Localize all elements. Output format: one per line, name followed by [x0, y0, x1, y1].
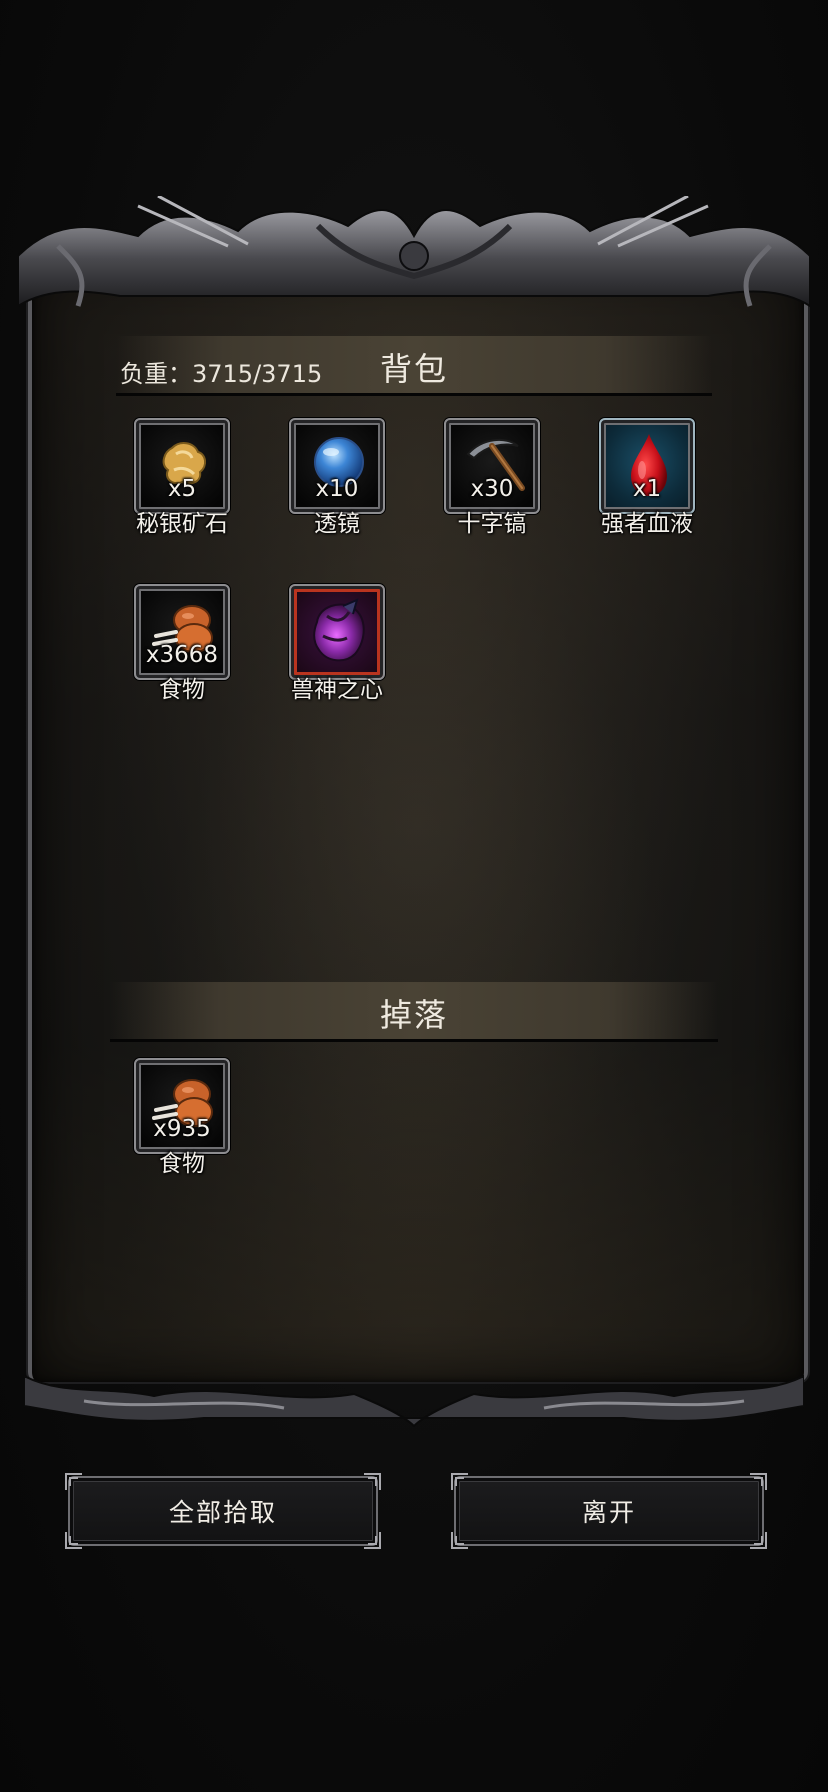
item-name: 食物 [159, 677, 205, 703]
item-slot-food[interactable]: x3668 食物 [134, 584, 230, 704]
backpack-title: 背包 [379, 350, 448, 388]
beast-god-heart-icon [313, 598, 365, 662]
item-quantity: x5 [167, 476, 197, 502]
item-name: 兽神之心 [291, 677, 383, 703]
loot-screen: 负重：3715/3715 背包 x5 秘银矿石 x10 透镜 x30 十字镐 x… [0, 0, 828, 1792]
corner-ornament-icon [65, 1532, 82, 1549]
corner-ornament-icon [451, 1532, 468, 1549]
drops-title: 掉落 [379, 996, 448, 1034]
item-quantity: x10 [315, 476, 359, 502]
item-name: 强者血液 [601, 511, 693, 537]
item-slot-strong-blood[interactable]: x1 强者血液 [599, 418, 695, 538]
corner-ornament-icon [364, 1473, 381, 1490]
item-quantity: x935 [153, 1116, 211, 1142]
item-name: 食物 [159, 1151, 205, 1177]
header-divider [116, 393, 712, 396]
item-name: 秘银矿石 [136, 511, 228, 537]
corner-ornament-icon [364, 1532, 381, 1549]
item-frame-epic [289, 584, 385, 680]
frame-bottom-ornament [24, 1374, 804, 1428]
item-slot-beast-god-heart[interactable]: 兽神之心 [289, 584, 385, 704]
leave-label: 离开 [581, 1498, 636, 1527]
drops-header: 掉落 [110, 982, 718, 1042]
corner-ornament-icon [750, 1473, 767, 1490]
drop-slot-food[interactable]: x935 食物 [134, 1058, 230, 1178]
corner-ornament-icon [65, 1473, 82, 1490]
item-slot-pickaxe[interactable]: x30 十字镐 [444, 418, 540, 538]
backpack-header: 负重：3715/3715 背包 [116, 336, 712, 396]
item-quantity: x3668 [145, 642, 219, 668]
corner-ornament-icon [750, 1532, 767, 1549]
pickup-all-button[interactable]: 全部拾取 [65, 1473, 381, 1549]
header-divider [110, 1039, 718, 1042]
item-slot-lens[interactable]: x10 透镜 [289, 418, 385, 538]
item-slot-mithril-ore[interactable]: x5 秘银矿石 [134, 418, 230, 538]
item-name: 透镜 [314, 511, 360, 537]
pickup-all-label: 全部拾取 [168, 1498, 277, 1527]
item-quantity: x30 [470, 476, 514, 502]
item-quantity: x1 [632, 476, 662, 502]
frame-top-ornament [18, 196, 810, 308]
leave-button[interactable]: 离开 [451, 1473, 767, 1549]
item-name: 十字镐 [457, 511, 527, 537]
corner-ornament-icon [451, 1473, 468, 1490]
